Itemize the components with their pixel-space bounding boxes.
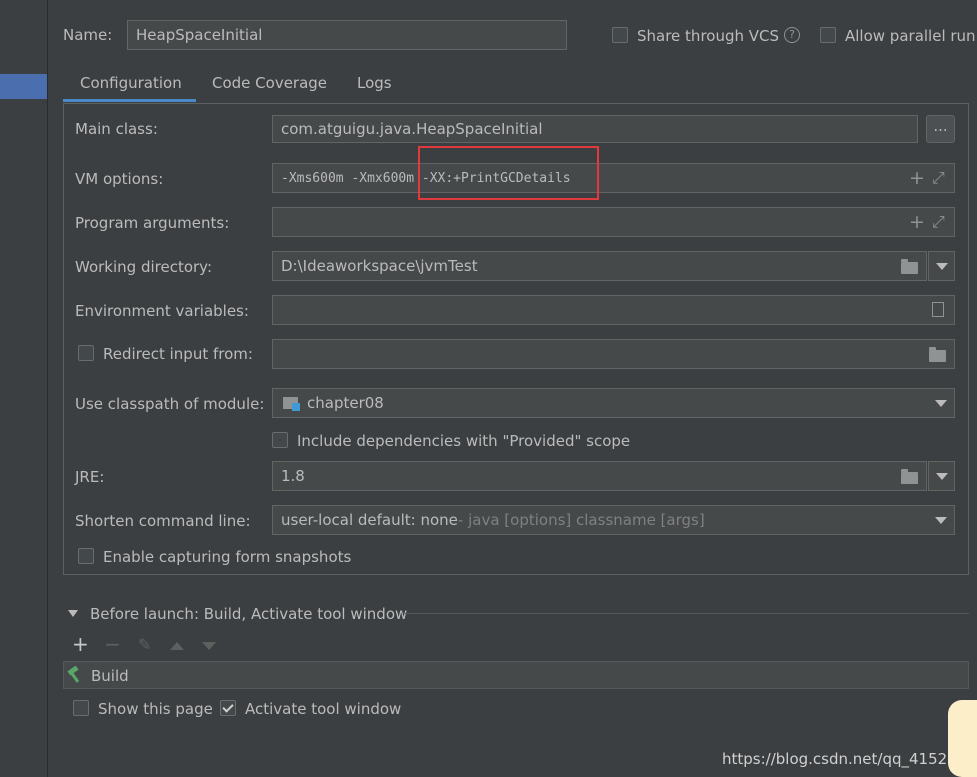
highlight-box: [418, 146, 599, 200]
program-args-input[interactable]: [272, 207, 955, 237]
browse-main-class-button[interactable]: ...: [926, 115, 955, 143]
classpath-value: chapter08: [307, 394, 384, 412]
tab-configuration[interactable]: Configuration: [63, 72, 196, 102]
allow-parallel-label: Allow parallel run: [845, 27, 976, 45]
watermark: https://blog.csdn.net/qq_415220: [722, 750, 967, 768]
before-launch-divider: [405, 613, 969, 614]
env-vars-input[interactable]: [272, 295, 955, 325]
tab-logs[interactable]: Logs: [357, 72, 392, 102]
dropdown-arrow-icon: [935, 517, 947, 524]
main-class-input[interactable]: com.atguigu.java.HeapSpaceInitial: [272, 115, 918, 143]
working-dir-value: D:\Ideaworkspace\jvmTest: [281, 257, 478, 275]
before-launch-list: [63, 661, 969, 689]
snapshots-checkbox[interactable]: [78, 548, 94, 564]
expand-icon[interactable]: ⤢: [932, 214, 945, 230]
tab-code-coverage[interactable]: Code Coverage: [212, 72, 327, 102]
main-class-value: com.atguigu.java.HeapSpaceInitial: [281, 120, 543, 138]
expand-icon[interactable]: ⤢: [932, 170, 945, 186]
dropdown-arrow-icon: [936, 263, 948, 270]
edit-icon[interactable]: ✎: [138, 637, 151, 653]
collapse-triangle-icon[interactable]: [68, 610, 78, 617]
activate-tool-window-checkbox[interactable]: [220, 700, 236, 716]
minus-icon[interactable]: −: [104, 634, 121, 654]
jre-dropdown-button[interactable]: [928, 461, 955, 491]
redirect-input-checkbox[interactable]: [78, 345, 94, 361]
include-deps-checkbox[interactable]: [272, 432, 288, 448]
shorten-label: Shorten command line:: [75, 512, 251, 530]
classpath-label: Use classpath of module:: [75, 395, 265, 413]
jre-value: 1.8: [281, 467, 305, 485]
show-page-checkbox[interactable]: [73, 700, 89, 716]
share-vcs-checkbox[interactable]: [612, 27, 628, 43]
move-down-icon[interactable]: [202, 642, 216, 650]
vm-options-input[interactable]: -Xms600m -Xmx600m -XX:+PrintGCDetails: [272, 163, 955, 193]
plus-icon[interactable]: +: [72, 634, 89, 654]
share-vcs-label: Share through VCS: [637, 27, 780, 45]
shorten-hint: - java [options] classname [args]: [457, 511, 705, 529]
hammer-icon: [66, 665, 84, 683]
before-launch-title: Before launch: Build, Activate tool wind…: [90, 605, 408, 623]
folder-icon[interactable]: [901, 259, 918, 274]
jre-label: JRE:: [75, 468, 105, 486]
name-input[interactable]: HeapSpaceInitial: [127, 20, 567, 50]
floating-widget[interactable]: [948, 700, 977, 777]
module-icon: [283, 396, 301, 411]
program-args-label: Program arguments:: [75, 214, 230, 232]
show-page-label: Show this page: [98, 700, 213, 718]
allow-parallel-checkbox[interactable]: [820, 27, 836, 43]
list-item[interactable]: Build: [91, 667, 129, 685]
shorten-value: user-local default: none: [281, 511, 458, 529]
snapshots-label: Enable capturing form snapshots: [103, 548, 352, 566]
plus-icon[interactable]: +: [909, 169, 925, 188]
env-vars-label: Environment variables:: [75, 302, 249, 320]
folder-icon[interactable]: [929, 347, 946, 362]
jre-input[interactable]: 1.8: [272, 461, 927, 491]
config-tree-panel: [0, 0, 48, 777]
redirect-input-field[interactable]: [272, 339, 955, 369]
list-icon[interactable]: [932, 302, 944, 317]
working-dir-label: Working directory:: [75, 258, 213, 276]
activate-tool-window-label: Activate tool window: [245, 700, 402, 718]
include-deps-label: Include dependencies with "Provided" sco…: [297, 432, 631, 450]
dropdown-arrow-icon: [935, 400, 947, 407]
working-dir-dropdown-button[interactable]: [928, 251, 955, 281]
config-tree-selected-item[interactable]: [0, 74, 47, 99]
move-up-icon[interactable]: [170, 642, 184, 650]
help-icon[interactable]: ?: [784, 27, 800, 43]
main-class-label: Main class:: [75, 120, 158, 138]
vm-options-label: VM options:: [75, 170, 164, 188]
name-input-value: HeapSpaceInitial: [136, 26, 263, 44]
shorten-select[interactable]: user-local default: none - java [options…: [272, 505, 955, 535]
classpath-select[interactable]: chapter08: [272, 388, 955, 418]
folder-icon[interactable]: [901, 469, 918, 484]
name-label: Name:: [63, 26, 113, 44]
redirect-input-label: Redirect input from:: [103, 345, 253, 363]
dropdown-arrow-icon: [936, 473, 948, 480]
plus-icon[interactable]: +: [909, 213, 925, 232]
working-dir-input[interactable]: D:\Ideaworkspace\jvmTest: [272, 251, 927, 281]
